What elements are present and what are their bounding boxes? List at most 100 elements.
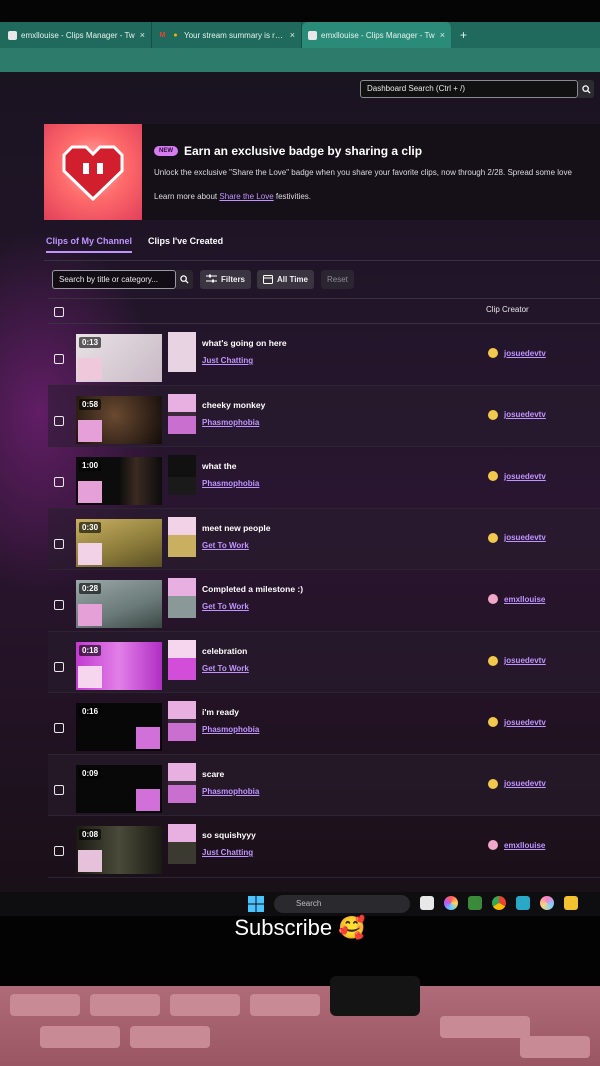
- clip-preview: [168, 516, 196, 557]
- clip-title[interactable]: cheeky monkey: [202, 400, 265, 410]
- app-icon[interactable]: [540, 896, 554, 910]
- clip-category[interactable]: Just Chatting: [202, 848, 253, 857]
- clip-title[interactable]: what's going on here: [202, 338, 287, 348]
- browser-tab-clips-manager-2[interactable]: emxllouise - Clips Manager - Tw ×: [302, 22, 452, 48]
- row-checkbox[interactable]: [54, 538, 64, 549]
- keyboard-key: [250, 994, 320, 1016]
- close-icon[interactable]: ×: [440, 30, 445, 40]
- app-icon[interactable]: [468, 896, 482, 910]
- file-explorer-icon[interactable]: [420, 896, 434, 910]
- clip-category[interactable]: Phasmophobia: [202, 725, 259, 734]
- app-icon[interactable]: [444, 896, 458, 910]
- creator-link[interactable]: josuedevtv: [504, 718, 546, 727]
- clip-title[interactable]: celebration: [202, 646, 247, 656]
- table-row[interactable]: 0:28 Completed a milestone :) Get To Wor…: [48, 570, 600, 632]
- clip-thumbnail[interactable]: 0:58: [76, 395, 162, 444]
- search-icon[interactable]: [176, 270, 193, 289]
- tab-clips-of-my-channel[interactable]: Clips of My Channel: [46, 236, 133, 253]
- clip-thumbnail[interactable]: 0:08: [76, 826, 162, 874]
- reset-button[interactable]: Reset: [321, 270, 354, 289]
- creator-link[interactable]: josuedevtv: [504, 410, 546, 419]
- clip-category[interactable]: Just Chatting: [202, 356, 253, 365]
- clip-preview: [168, 824, 196, 864]
- table-row[interactable]: 0:58 cheeky monkey Phasmophobia josuedev…: [48, 385, 600, 447]
- table-row[interactable]: 0:16 i'm ready Phasmophobia josuedevtv: [48, 693, 600, 755]
- clip-title[interactable]: meet new people: [202, 523, 271, 533]
- share-the-love-link[interactable]: Share the Love: [219, 192, 273, 201]
- row-checkbox[interactable]: [54, 600, 64, 610]
- table-row[interactable]: 0:08 so squishyyy Just Chatting emxlloui…: [48, 816, 600, 878]
- clip-preview: [168, 578, 196, 618]
- row-checkbox[interactable]: [54, 415, 64, 426]
- dashboard-search-input[interactable]: Dashboard Search (Ctrl + /): [360, 80, 578, 98]
- table-body: 0:13 what's going on here Just Chatting …: [48, 324, 600, 878]
- creator-link[interactable]: emxllouise: [504, 841, 545, 850]
- row-checkbox[interactable]: [54, 354, 64, 364]
- clip-thumbnail[interactable]: 0:09: [76, 764, 162, 813]
- clip-title[interactable]: scare: [202, 769, 224, 779]
- new-badge: NEW: [154, 146, 178, 156]
- creator-link[interactable]: josuedevtv: [504, 349, 546, 358]
- clip-search-input[interactable]: Search by title or category...: [52, 270, 176, 289]
- time-range-button[interactable]: All Time: [257, 270, 314, 289]
- search-icon[interactable]: [578, 80, 594, 98]
- gmail-icon: M: [159, 31, 166, 39]
- share-the-love-banner: NEW Earn an exclusive badge by sharing a…: [44, 124, 600, 220]
- clip-category[interactable]: Phasmophobia: [202, 418, 259, 427]
- taskbar-search-input[interactable]: Search: [274, 895, 410, 913]
- new-tab-button[interactable]: +: [452, 22, 475, 48]
- creator-link[interactable]: josuedevtv: [504, 779, 546, 788]
- keyboard-background: [0, 986, 600, 1066]
- creator-link[interactable]: josuedevtv: [504, 533, 546, 542]
- table-row[interactable]: 0:18 celebration Get To Work josuedevtv: [48, 631, 600, 693]
- clip-thumbnail[interactable]: 0:18: [76, 641, 162, 690]
- folder-icon[interactable]: [564, 896, 578, 910]
- row-checkbox[interactable]: [54, 477, 64, 487]
- learn-more-prefix: Learn more about: [154, 192, 220, 201]
- calendar-icon: [263, 274, 273, 286]
- browser-tab-clips-manager-1[interactable]: emxllouise - Clips Manager - Tw ×: [2, 22, 152, 48]
- table-row[interactable]: 1:00 what the Phasmophobia josuedevtv: [48, 447, 600, 509]
- clip-title[interactable]: i'm ready: [202, 707, 239, 717]
- select-all-checkbox[interactable]: [54, 307, 64, 317]
- clip-thumbnail[interactable]: 0:28: [76, 580, 162, 628]
- clip-thumbnail[interactable]: 0:13: [76, 334, 162, 382]
- clip-title[interactable]: so squishyyy: [202, 830, 256, 840]
- creator-link[interactable]: emxllouise: [504, 595, 545, 604]
- row-checkbox[interactable]: [54, 784, 64, 795]
- table-row[interactable]: 0:13 what's going on here Just Chatting …: [48, 324, 600, 386]
- row-checkbox[interactable]: [54, 723, 64, 733]
- clip-title[interactable]: what the: [202, 461, 236, 471]
- table-row[interactable]: 0:09 scare Phasmophobia josuedevtv: [48, 754, 600, 816]
- avatar: [488, 348, 498, 358]
- close-icon[interactable]: ×: [140, 30, 145, 40]
- clip-category[interactable]: Get To Work: [202, 602, 249, 611]
- app-icon[interactable]: [516, 896, 530, 910]
- table-row[interactable]: 0:30 meet new people Get To Work josuede…: [48, 508, 600, 570]
- avatar: [488, 655, 498, 666]
- tab-clips-ive-created[interactable]: Clips I've Created: [148, 236, 223, 253]
- close-icon[interactable]: ×: [290, 30, 295, 40]
- chrome-icon[interactable]: [492, 896, 506, 910]
- filters-button[interactable]: Filters: [200, 270, 252, 289]
- creator-link[interactable]: josuedevtv: [504, 472, 546, 481]
- clip-category[interactable]: Get To Work: [202, 664, 249, 673]
- clip-title[interactable]: Completed a milestone :): [202, 584, 303, 594]
- browser-tab-gmail[interactable]: M ● Your stream summary is ready ×: [152, 22, 302, 48]
- clip-creator: josuedevtv: [488, 778, 546, 789]
- subscribe-caption: Subscribe 🥰: [234, 915, 366, 940]
- clip-category[interactable]: Phasmophobia: [202, 787, 259, 796]
- creator-link[interactable]: josuedevtv: [504, 656, 546, 665]
- row-checkbox[interactable]: [54, 846, 64, 856]
- clip-thumbnail[interactable]: 0:30: [76, 518, 162, 567]
- row-checkbox[interactable]: [54, 661, 64, 672]
- avatar: [488, 532, 498, 543]
- clip-thumbnail[interactable]: 1:00: [76, 457, 162, 505]
- clip-thumbnail[interactable]: 0:16: [76, 703, 162, 751]
- clip-preview: [168, 701, 196, 741]
- windows-start-icon[interactable]: [248, 896, 264, 912]
- clip-category[interactable]: Phasmophobia: [202, 479, 259, 488]
- clip-category[interactable]: Get To Work: [202, 541, 249, 550]
- avatar: [488, 471, 498, 481]
- clip-creator: josuedevtv: [488, 471, 546, 481]
